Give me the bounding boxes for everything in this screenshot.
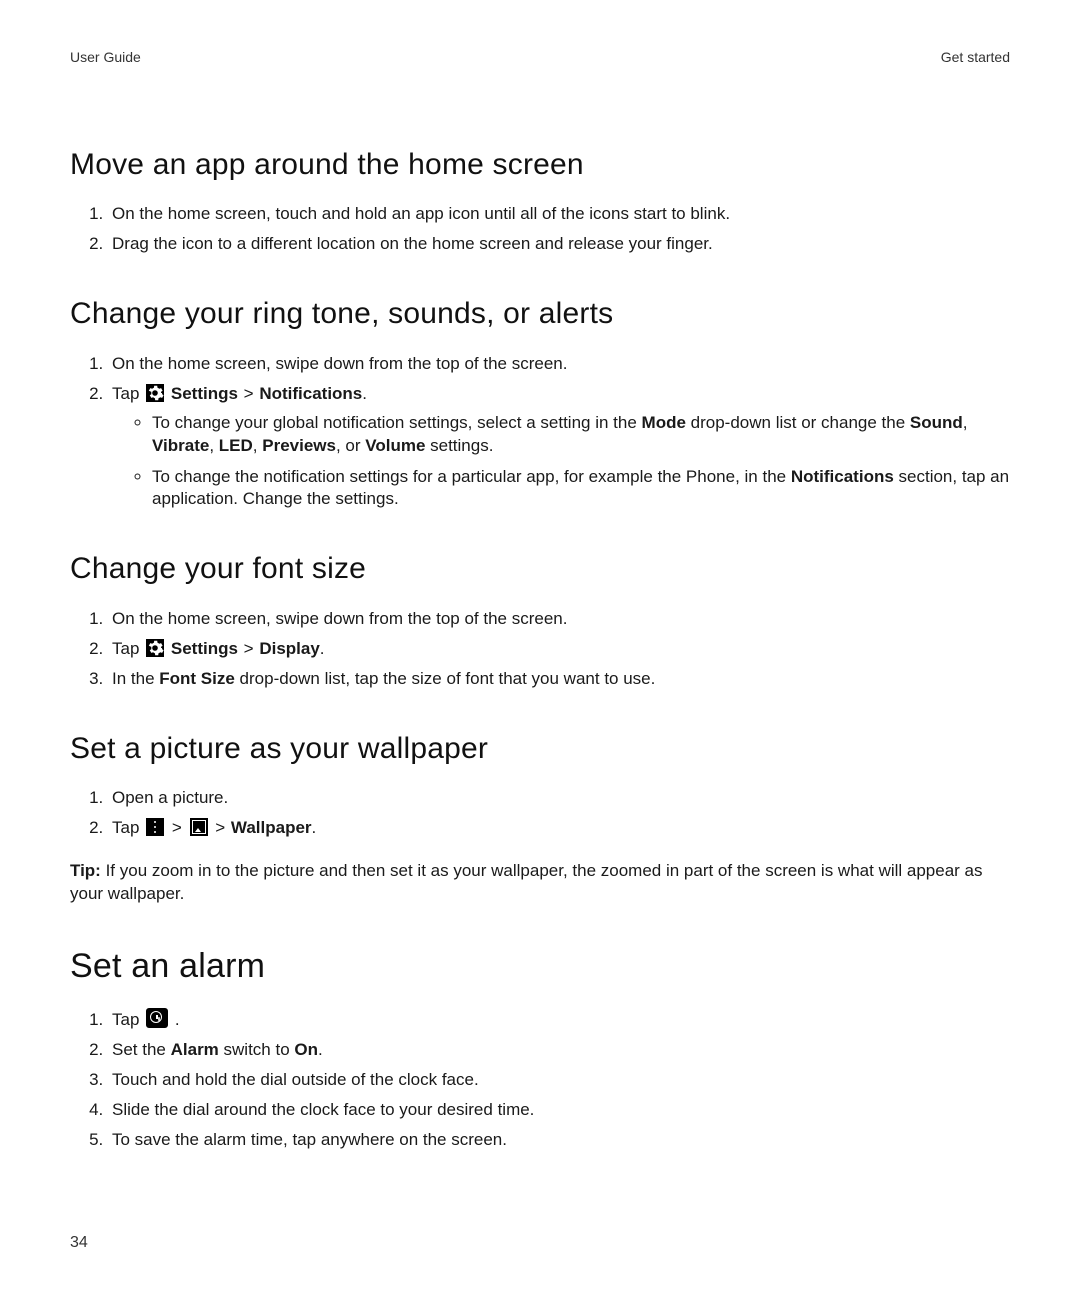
steps-wallpaper: Open a picture. Tap > > Wallpaper. — [70, 787, 1010, 840]
heading-fontsize: Change your font size — [70, 549, 1010, 590]
list-item: Tap . — [108, 1008, 1010, 1032]
list-item: Set the Alarm switch to On. — [108, 1039, 1010, 1062]
heading-alarm: Set an alarm — [70, 944, 1010, 990]
list-item: Tap > > Wallpaper. — [108, 817, 1010, 840]
list-item: On the home screen, touch and hold an ap… — [108, 203, 1010, 226]
list-item: Touch and hold the dial outside of the c… — [108, 1069, 1010, 1092]
steps-fontsize: On the home screen, swipe down from the … — [70, 608, 1010, 691]
section-alarm: Set an alarm Tap . Set the Alarm switch … — [70, 944, 1010, 1152]
section-fontsize: Change your font size On the home screen… — [70, 549, 1010, 690]
page-number: 34 — [70, 1232, 88, 1254]
list-item: Slide the dial around the clock face to … — [108, 1099, 1010, 1122]
heading-move-app: Move an app around the home screen — [70, 145, 1010, 186]
set-as-icon — [190, 818, 208, 836]
steps-move-app: On the home screen, touch and hold an ap… — [70, 203, 1010, 256]
heading-ringtone: Change your ring tone, sounds, or alerts — [70, 294, 1010, 335]
heading-wallpaper: Set a picture as your wallpaper — [70, 729, 1010, 770]
list-item: Tap Settings > Notifications. To change … — [108, 383, 1010, 512]
list-item: Tap Settings > Display. — [108, 638, 1010, 661]
clock-icon — [146, 1008, 168, 1028]
list-item: To change the notification settings for … — [152, 466, 1010, 512]
list-item: To save the alarm time, tap anywhere on … — [108, 1129, 1010, 1152]
settings-icon — [146, 639, 164, 657]
steps-alarm: Tap . Set the Alarm switch to On. Touch … — [70, 1008, 1010, 1152]
steps-ringtone: On the home screen, swipe down from the … — [70, 353, 1010, 512]
bullets-ringtone: To change your global notification setti… — [112, 412, 1010, 512]
more-icon — [146, 818, 164, 836]
section-move-app: Move an app around the home screen On th… — [70, 145, 1010, 256]
list-item: On the home screen, swipe down from the … — [108, 608, 1010, 631]
section-wallpaper: Set a picture as your wallpaper Open a p… — [70, 729, 1010, 906]
list-item: In the Font Size drop-down list, tap the… — [108, 668, 1010, 691]
tip-wallpaper: Tip: If you zoom in to the picture and t… — [70, 860, 1010, 906]
settings-icon — [146, 384, 164, 402]
list-item: To change your global notification setti… — [152, 412, 1010, 458]
list-item: On the home screen, swipe down from the … — [108, 353, 1010, 376]
running-header: User Guide Get started — [70, 48, 1010, 67]
header-left: User Guide — [70, 48, 141, 67]
list-item: Drag the icon to a different location on… — [108, 233, 1010, 256]
list-item: Open a picture. — [108, 787, 1010, 810]
header-right: Get started — [941, 48, 1010, 67]
section-ringtone: Change your ring tone, sounds, or alerts… — [70, 294, 1010, 511]
